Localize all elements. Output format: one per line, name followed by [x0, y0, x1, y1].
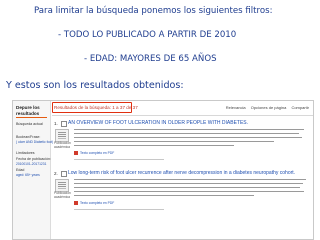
sidebar-divider: [16, 117, 47, 118]
result-number: 2.: [54, 171, 58, 176]
subjects-line: [74, 191, 304, 192]
caption-filters-intro: Para limitar la búsqueda ponemos los sig…: [34, 6, 273, 16]
actions-line: [74, 159, 164, 160]
sort-relevance-dropdown[interactable]: Relevancia: [226, 105, 246, 110]
abstract-line: [74, 141, 274, 142]
publication-type: Publicación académica: [54, 141, 71, 149]
age-limiter-value[interactable]: aged: 65+ years: [16, 173, 40, 177]
subjects-line: [74, 195, 254, 196]
current-search-label: Búsqueda actual: [16, 122, 43, 126]
results-toolbar: Relevancia Opciones de página Compartir: [222, 105, 309, 110]
abstract-line: [74, 183, 303, 184]
result-number: 1.: [54, 121, 58, 126]
limiters-label: Limitadores: [16, 151, 35, 155]
caption-filter-age: - EDAD: MAYORES DE 65 AÑOS: [84, 54, 217, 64]
boolean-label: Boolean/Frase:: [16, 135, 41, 139]
pdf-icon[interactable]: [74, 151, 78, 155]
boolean-value[interactable]: ( ulcer AND Diabetic foot): [16, 140, 53, 144]
full-text-pdf-link[interactable]: Texto completo en PDF: [80, 201, 114, 205]
abstract-line: [74, 133, 299, 134]
page-options-dropdown[interactable]: Opciones de página: [251, 105, 287, 110]
caption-filter-date: - TODO LO PUBLICADO A PARTIR DE 2010: [58, 30, 237, 40]
abstract-line: [74, 179, 306, 180]
date-limiter-value[interactable]: 20100101-20171231: [16, 162, 46, 166]
subjects-line: [74, 145, 234, 146]
full-text-pdf-link[interactable]: Texto completo en PDF: [80, 151, 114, 155]
share-dropdown[interactable]: Compartir: [291, 105, 309, 110]
header-divider: [52, 115, 313, 116]
result-title-link[interactable]: AN OVERVIEW OF FOOT ULCERATION IN OLDER …: [68, 120, 248, 126]
caption-results-intro: Y estos son los resultados obtenidos:: [6, 80, 184, 91]
search-results-screenshot: Depure los resultados Búsqueda actual Bo…: [12, 100, 314, 240]
pdf-icon[interactable]: [74, 201, 78, 205]
result-title-link[interactable]: Low long-term risk of foot ulcer recurre…: [68, 170, 295, 176]
age-limiter-label: Edad: [16, 168, 25, 172]
abstract-line: [74, 137, 302, 138]
select-checkbox[interactable]: [61, 121, 67, 127]
results-count-header: Resultados de la búsqueda: 1 a 37 de 37: [54, 105, 138, 110]
abstract-line: [74, 187, 300, 188]
sidebar-title: Depure los resultados: [16, 105, 40, 116]
select-checkbox[interactable]: [61, 171, 67, 177]
publication-type: Publicación académica: [54, 191, 71, 199]
abstract-line: [74, 129, 304, 130]
results-main: Resultados de la búsqueda: 1 a 37 de 37 …: [52, 101, 313, 239]
date-limiter-label: Fecha de publicación:: [16, 157, 51, 161]
refine-results-sidebar: Depure los resultados Búsqueda actual Bo…: [13, 101, 53, 239]
actions-line: [74, 209, 164, 210]
